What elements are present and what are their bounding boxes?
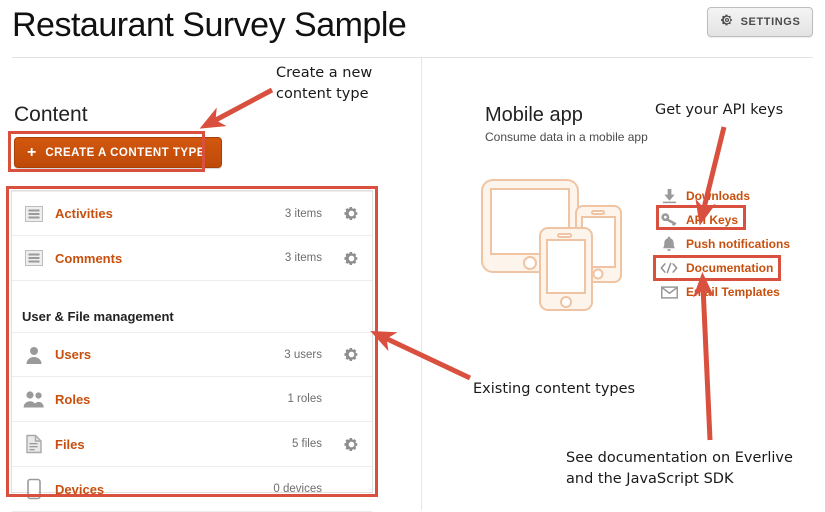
row-label[interactable]: Roles bbox=[55, 392, 90, 407]
settings-button-label: SETTINGS bbox=[740, 16, 801, 28]
table-row[interactable]: Users 3 users bbox=[12, 332, 372, 377]
table-row[interactable]: Roles 1 roles bbox=[12, 377, 372, 422]
row-label[interactable]: Activities bbox=[55, 206, 113, 221]
management-list: Users 3 users Roles 1 roles Files 5 files bbox=[12, 332, 372, 512]
plus-icon: + bbox=[27, 143, 37, 161]
mobile-link-label: Downloads bbox=[686, 189, 751, 203]
gear-icon[interactable] bbox=[334, 205, 360, 222]
gear-icon[interactable] bbox=[334, 436, 360, 453]
mobile-app-subtitle: Consume data in a mobile app bbox=[485, 130, 648, 144]
gear-icon bbox=[720, 13, 734, 32]
bell-icon bbox=[660, 236, 678, 252]
mobile-link-api-keys[interactable]: API Keys bbox=[660, 208, 790, 232]
mobile-link-documentation[interactable]: Documentation bbox=[660, 256, 790, 280]
row-label[interactable]: Comments bbox=[55, 251, 122, 266]
row-label[interactable]: Users bbox=[55, 347, 91, 362]
user-file-management-heading: User & File management bbox=[22, 309, 174, 324]
download-icon bbox=[660, 188, 678, 204]
annotation-existing-types: Existing content types bbox=[473, 381, 636, 397]
mobile-link-label: Push notifications bbox=[686, 237, 791, 251]
gear-icon[interactable] bbox=[334, 250, 360, 267]
table-row[interactable]: Devices 0 devices bbox=[12, 467, 372, 512]
envelope-icon bbox=[660, 285, 678, 299]
key-icon bbox=[660, 212, 678, 228]
file-icon bbox=[22, 432, 46, 456]
header-divider bbox=[12, 57, 813, 58]
mobile-link-downloads[interactable]: Downloads bbox=[660, 184, 790, 208]
row-count: 3 users bbox=[284, 348, 322, 361]
code-icon bbox=[660, 261, 678, 275]
mobile-link-push-notifications[interactable]: Push notifications bbox=[660, 232, 790, 256]
tablet-and-phones-illustration bbox=[480, 172, 645, 317]
content-list-panel: Activities 3 items Comments 3 items User &… bbox=[11, 190, 373, 512]
users-icon bbox=[22, 387, 46, 411]
column-divider bbox=[421, 58, 422, 510]
row-label[interactable]: Files bbox=[55, 437, 85, 452]
mobile-link-email-templates[interactable]: Email Templates bbox=[660, 280, 790, 304]
row-count: 3 items bbox=[284, 207, 322, 220]
annotation-api-keys: Get your API keys bbox=[655, 102, 784, 118]
mobile-link-label: Email Templates bbox=[686, 285, 780, 299]
list-icon bbox=[22, 202, 46, 226]
user-icon bbox=[22, 343, 46, 367]
device-icon bbox=[22, 477, 46, 501]
settings-button[interactable]: SETTINGS bbox=[707, 7, 813, 37]
annotation-documentation: See documentation on Everlive and the Ja… bbox=[566, 450, 793, 487]
row-count: 3 items bbox=[284, 252, 322, 264]
content-types-list: Activities 3 items Comments 3 items bbox=[12, 191, 372, 281]
list-icon bbox=[22, 246, 46, 270]
row-count: 1 roles bbox=[287, 393, 322, 405]
table-row[interactable]: Comments 3 items bbox=[12, 236, 372, 281]
annotation-create-new: Create a new content type bbox=[276, 65, 373, 102]
gear-icon[interactable] bbox=[334, 346, 360, 363]
mobile-link-label: API Keys bbox=[686, 213, 739, 227]
content-heading: Content bbox=[14, 103, 88, 126]
table-row[interactable]: Activities 3 items bbox=[12, 191, 372, 236]
row-count: 0 devices bbox=[273, 483, 322, 495]
create-content-type-button[interactable]: + CREATE A CONTENT TYPE bbox=[14, 137, 222, 168]
create-content-type-label: CREATE A CONTENT TYPE bbox=[45, 146, 205, 159]
page-title: Restaurant Survey Sample bbox=[12, 6, 407, 44]
mobile-app-links: Downloads API Keys Push notifications Do… bbox=[660, 184, 790, 304]
mobile-link-label: Documentation bbox=[686, 261, 774, 275]
row-count: 5 files bbox=[291, 438, 322, 450]
row-label[interactable]: Devices bbox=[55, 482, 104, 497]
table-row[interactable]: Files 5 files bbox=[12, 422, 372, 467]
mobile-app-heading: Mobile app bbox=[485, 104, 583, 126]
